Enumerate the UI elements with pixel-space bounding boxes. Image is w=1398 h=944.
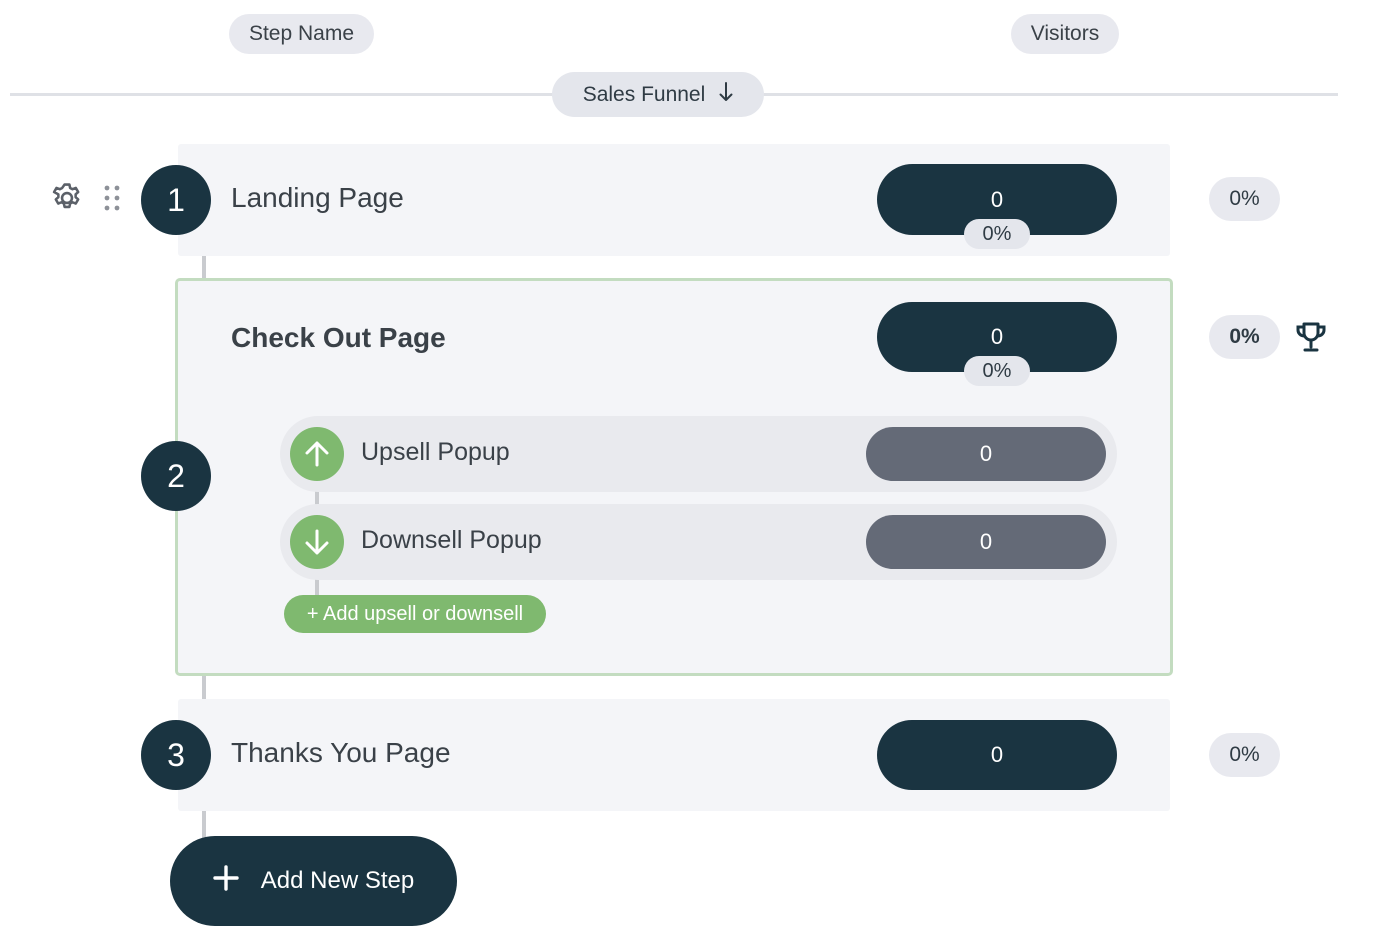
offer-upsell-popup[interactable]: Upsell Popup 0 xyxy=(280,416,1117,492)
step-visitors-count: 0 xyxy=(877,720,1117,790)
step-title: Thanks You Page xyxy=(231,737,451,768)
step-number-badge: 2 xyxy=(141,441,211,511)
add-upsell-label: + Add upsell or downsell xyxy=(306,602,524,625)
step-visitors-percent: 0% xyxy=(964,219,1030,249)
add-upsell-or-downsell-button[interactable]: + Add upsell or downsell xyxy=(284,595,546,633)
step-conversion-rate: 0% xyxy=(1209,177,1280,221)
arrow-up-icon xyxy=(290,427,344,481)
step-title: Check Out Page xyxy=(231,322,446,353)
step-connector xyxy=(202,255,206,279)
step-conversion-rate: 0% xyxy=(1209,315,1280,359)
arrow-down-icon xyxy=(719,81,733,108)
funnel-label: Sales Funnel xyxy=(582,82,706,106)
offer-label: Upsell Popup xyxy=(361,438,510,466)
offer-label: Downsell Popup xyxy=(361,526,542,554)
step-name-column-header: Step Name xyxy=(229,14,374,54)
step-connector xyxy=(202,675,206,699)
step-number-badge: 3 xyxy=(141,720,211,790)
trophy-icon[interactable] xyxy=(1294,320,1328,354)
step-conversion-rate: 0% xyxy=(1209,733,1280,777)
drag-handle-icon[interactable] xyxy=(103,184,121,212)
step-title: Landing Page xyxy=(231,182,404,213)
offer-visitors-count: 0 xyxy=(866,515,1106,569)
offer-visitors-count: 0 xyxy=(866,427,1106,481)
step-number-badge: 1 xyxy=(141,165,211,235)
add-new-step-label: Add New Step xyxy=(260,867,415,894)
plus-icon xyxy=(213,864,239,898)
sales-funnel-sort-button[interactable]: Sales Funnel xyxy=(552,72,764,117)
gear-icon[interactable] xyxy=(50,181,84,215)
offer-downsell-popup[interactable]: Downsell Popup 0 xyxy=(280,504,1117,580)
step-connector xyxy=(202,810,206,840)
add-new-step-button[interactable]: Add New Step xyxy=(170,836,457,926)
arrow-down-icon xyxy=(290,515,344,569)
visitors-column-header: Visitors xyxy=(1011,14,1119,54)
offer-connector xyxy=(315,578,319,596)
step-visitors-percent: 0% xyxy=(964,356,1030,386)
